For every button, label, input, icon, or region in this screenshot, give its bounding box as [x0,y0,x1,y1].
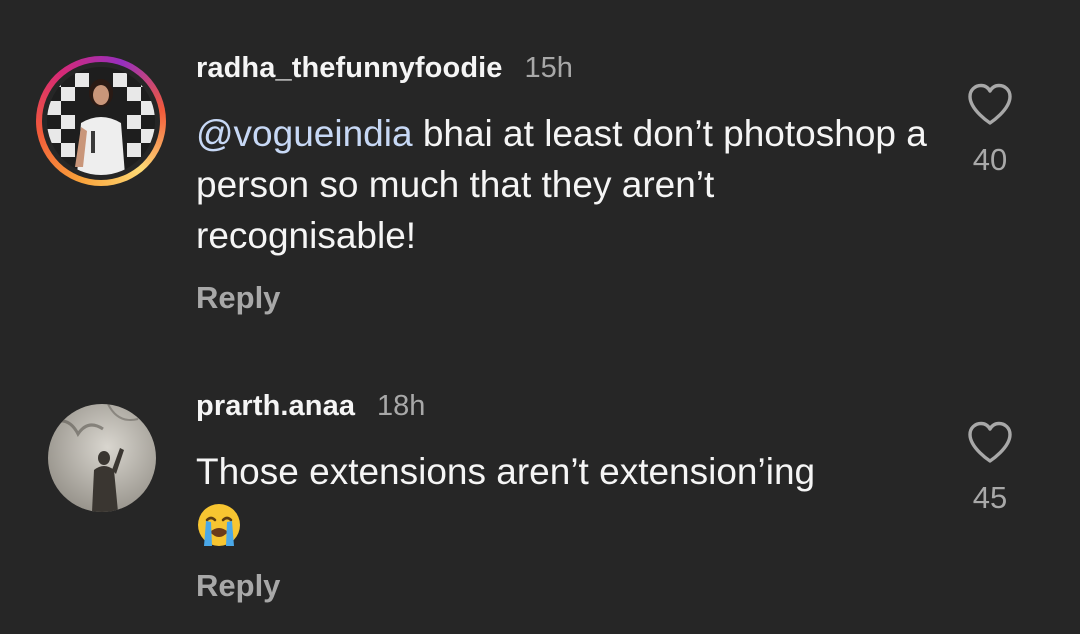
avatar-image [48,404,156,512]
comment-body: Those extensions aren’t extension’ing [196,451,816,492]
like-count: 40 [972,142,1008,177]
like-control: 45 [960,420,1020,516]
heart-outline-icon[interactable] [966,82,1014,126]
timestamp: 18h [377,390,426,422]
reply-button[interactable]: Reply [196,568,280,604]
avatar [47,67,155,175]
username[interactable]: prarth.anaa [196,390,355,423]
loudly-crying-face-icon [198,504,240,547]
heart-outline-icon[interactable] [966,420,1014,464]
like-count: 45 [972,480,1008,515]
like-control: 40 [960,82,1020,178]
avatar-story-ring[interactable] [36,56,166,186]
avatar[interactable] [48,404,156,512]
story-ring [36,56,166,186]
comment-meta: prarth.anaa 18h [196,390,425,423]
comment-text: Those extensions aren’t extension’ing [196,446,936,548]
comment-meta: radha_thefunnyfoodie 15h [196,52,573,85]
comment-text: @vogueindia bhai at least don’t photosho… [196,108,936,261]
mention-link[interactable]: @vogueindia [196,113,413,154]
timestamp: 15h [524,52,573,84]
username[interactable]: radha_thefunnyfoodie [196,52,503,85]
reply-button[interactable]: Reply [196,280,280,316]
